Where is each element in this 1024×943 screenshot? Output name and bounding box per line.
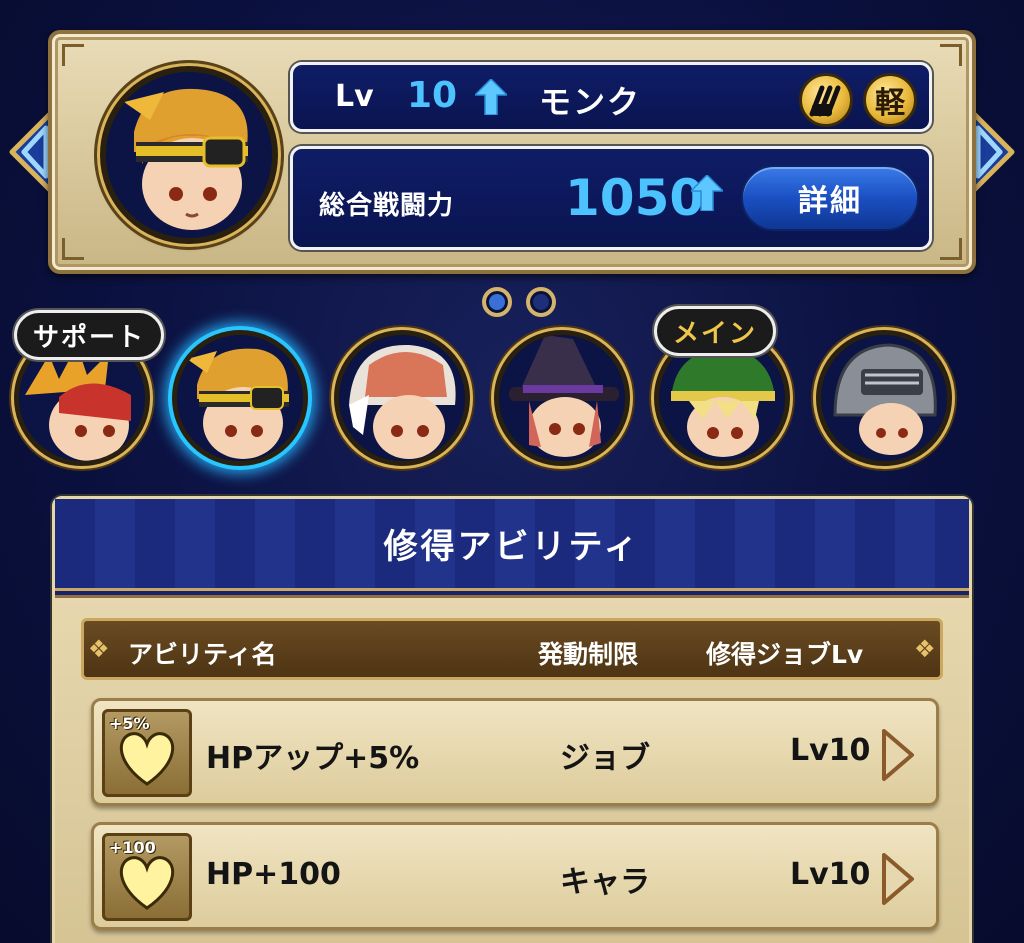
chevron-right-icon xyxy=(882,853,914,905)
abilities-list: ❖ アビリティ名 発動制限 修得ジョブLv ❖ +5% HPアップ+5% ジョブ… xyxy=(55,595,969,943)
corner-ornament xyxy=(940,44,962,66)
party-member-6[interactable] xyxy=(816,330,952,466)
party-member-3[interactable] xyxy=(334,330,470,466)
level-label: Lv xyxy=(335,79,374,114)
combat-power-label: 総合戦闘力 xyxy=(319,191,455,221)
ability-column-header: ❖ アビリティ名 発動制限 修得ジョブLv ❖ xyxy=(81,618,943,680)
page-dot[interactable] xyxy=(482,287,512,317)
abilities-title: 修得アビリティ xyxy=(55,499,969,591)
job-name: モンク xyxy=(539,83,642,121)
knight-avatar-icon xyxy=(821,335,947,461)
detail-button[interactable]: 詳細 xyxy=(741,165,919,231)
ability-row[interactable]: +5% HPアップ+5% ジョブ Lv10 xyxy=(91,698,939,806)
corner-ornament xyxy=(62,238,84,260)
ability-level: Lv10 xyxy=(790,733,871,768)
column-ability-name: アビリティ名 xyxy=(128,640,277,669)
main-tag: メイン xyxy=(654,306,777,356)
monk-avatar-icon xyxy=(177,335,303,461)
monk-avatar-icon xyxy=(106,72,272,238)
ornament-icon: ❖ xyxy=(88,635,110,663)
ability-icon-tag: +100 xyxy=(109,838,156,857)
corner-ornament xyxy=(62,44,84,66)
learned-abilities-panel: 修得アビリティ ❖ アビリティ名 発動制限 修得ジョブLv ❖ +5% HPアッ… xyxy=(52,496,972,943)
ability-row[interactable]: +100 HP+100 キャラ Lv10 xyxy=(91,822,939,930)
level-up-arrow-icon xyxy=(475,79,507,115)
black-mage-avatar-icon xyxy=(499,335,625,461)
ability-name: HP+100 xyxy=(206,857,341,892)
weight-class-badge[interactable]: 軽 xyxy=(863,73,917,127)
claw-icon xyxy=(809,85,841,117)
corner-ornament xyxy=(940,238,962,260)
combat-power-value: 1050 xyxy=(565,169,705,227)
ability-icon: +5% xyxy=(102,709,192,797)
character-portrait xyxy=(100,66,278,244)
party-member-2[interactable] xyxy=(172,330,308,466)
ornament-icon: ❖ xyxy=(914,635,936,663)
ability-limit: キャラ xyxy=(560,865,650,900)
level-job-bar: Lv 10 モンク 軽 xyxy=(290,62,932,132)
ability-icon-tag: +5% xyxy=(109,714,150,733)
support-tag: サポート xyxy=(14,310,165,360)
column-learn-job-level: 修得ジョブLv xyxy=(706,640,864,669)
level-value: 10 xyxy=(407,75,458,116)
party-member-4[interactable] xyxy=(494,330,630,466)
ability-name: HPアップ+5% xyxy=(206,741,420,776)
page-indicator xyxy=(482,287,556,317)
ability-limit: ジョブ xyxy=(560,741,650,776)
character-summary-panel: Lv 10 モンク 軽 総合戦闘力 1050 詳細 xyxy=(48,30,976,274)
chevron-right-icon xyxy=(882,729,914,781)
column-activation-limit: 発動制限 xyxy=(538,640,639,669)
page-dot[interactable] xyxy=(526,287,556,317)
ability-icon: +100 xyxy=(102,833,192,921)
combat-power-bar: 総合戦闘力 1050 詳細 xyxy=(290,146,932,250)
weapon-type-badge[interactable] xyxy=(799,73,853,127)
white-mage-avatar-icon xyxy=(339,335,465,461)
power-up-arrow-icon xyxy=(691,175,723,211)
ability-level: Lv10 xyxy=(790,857,871,892)
